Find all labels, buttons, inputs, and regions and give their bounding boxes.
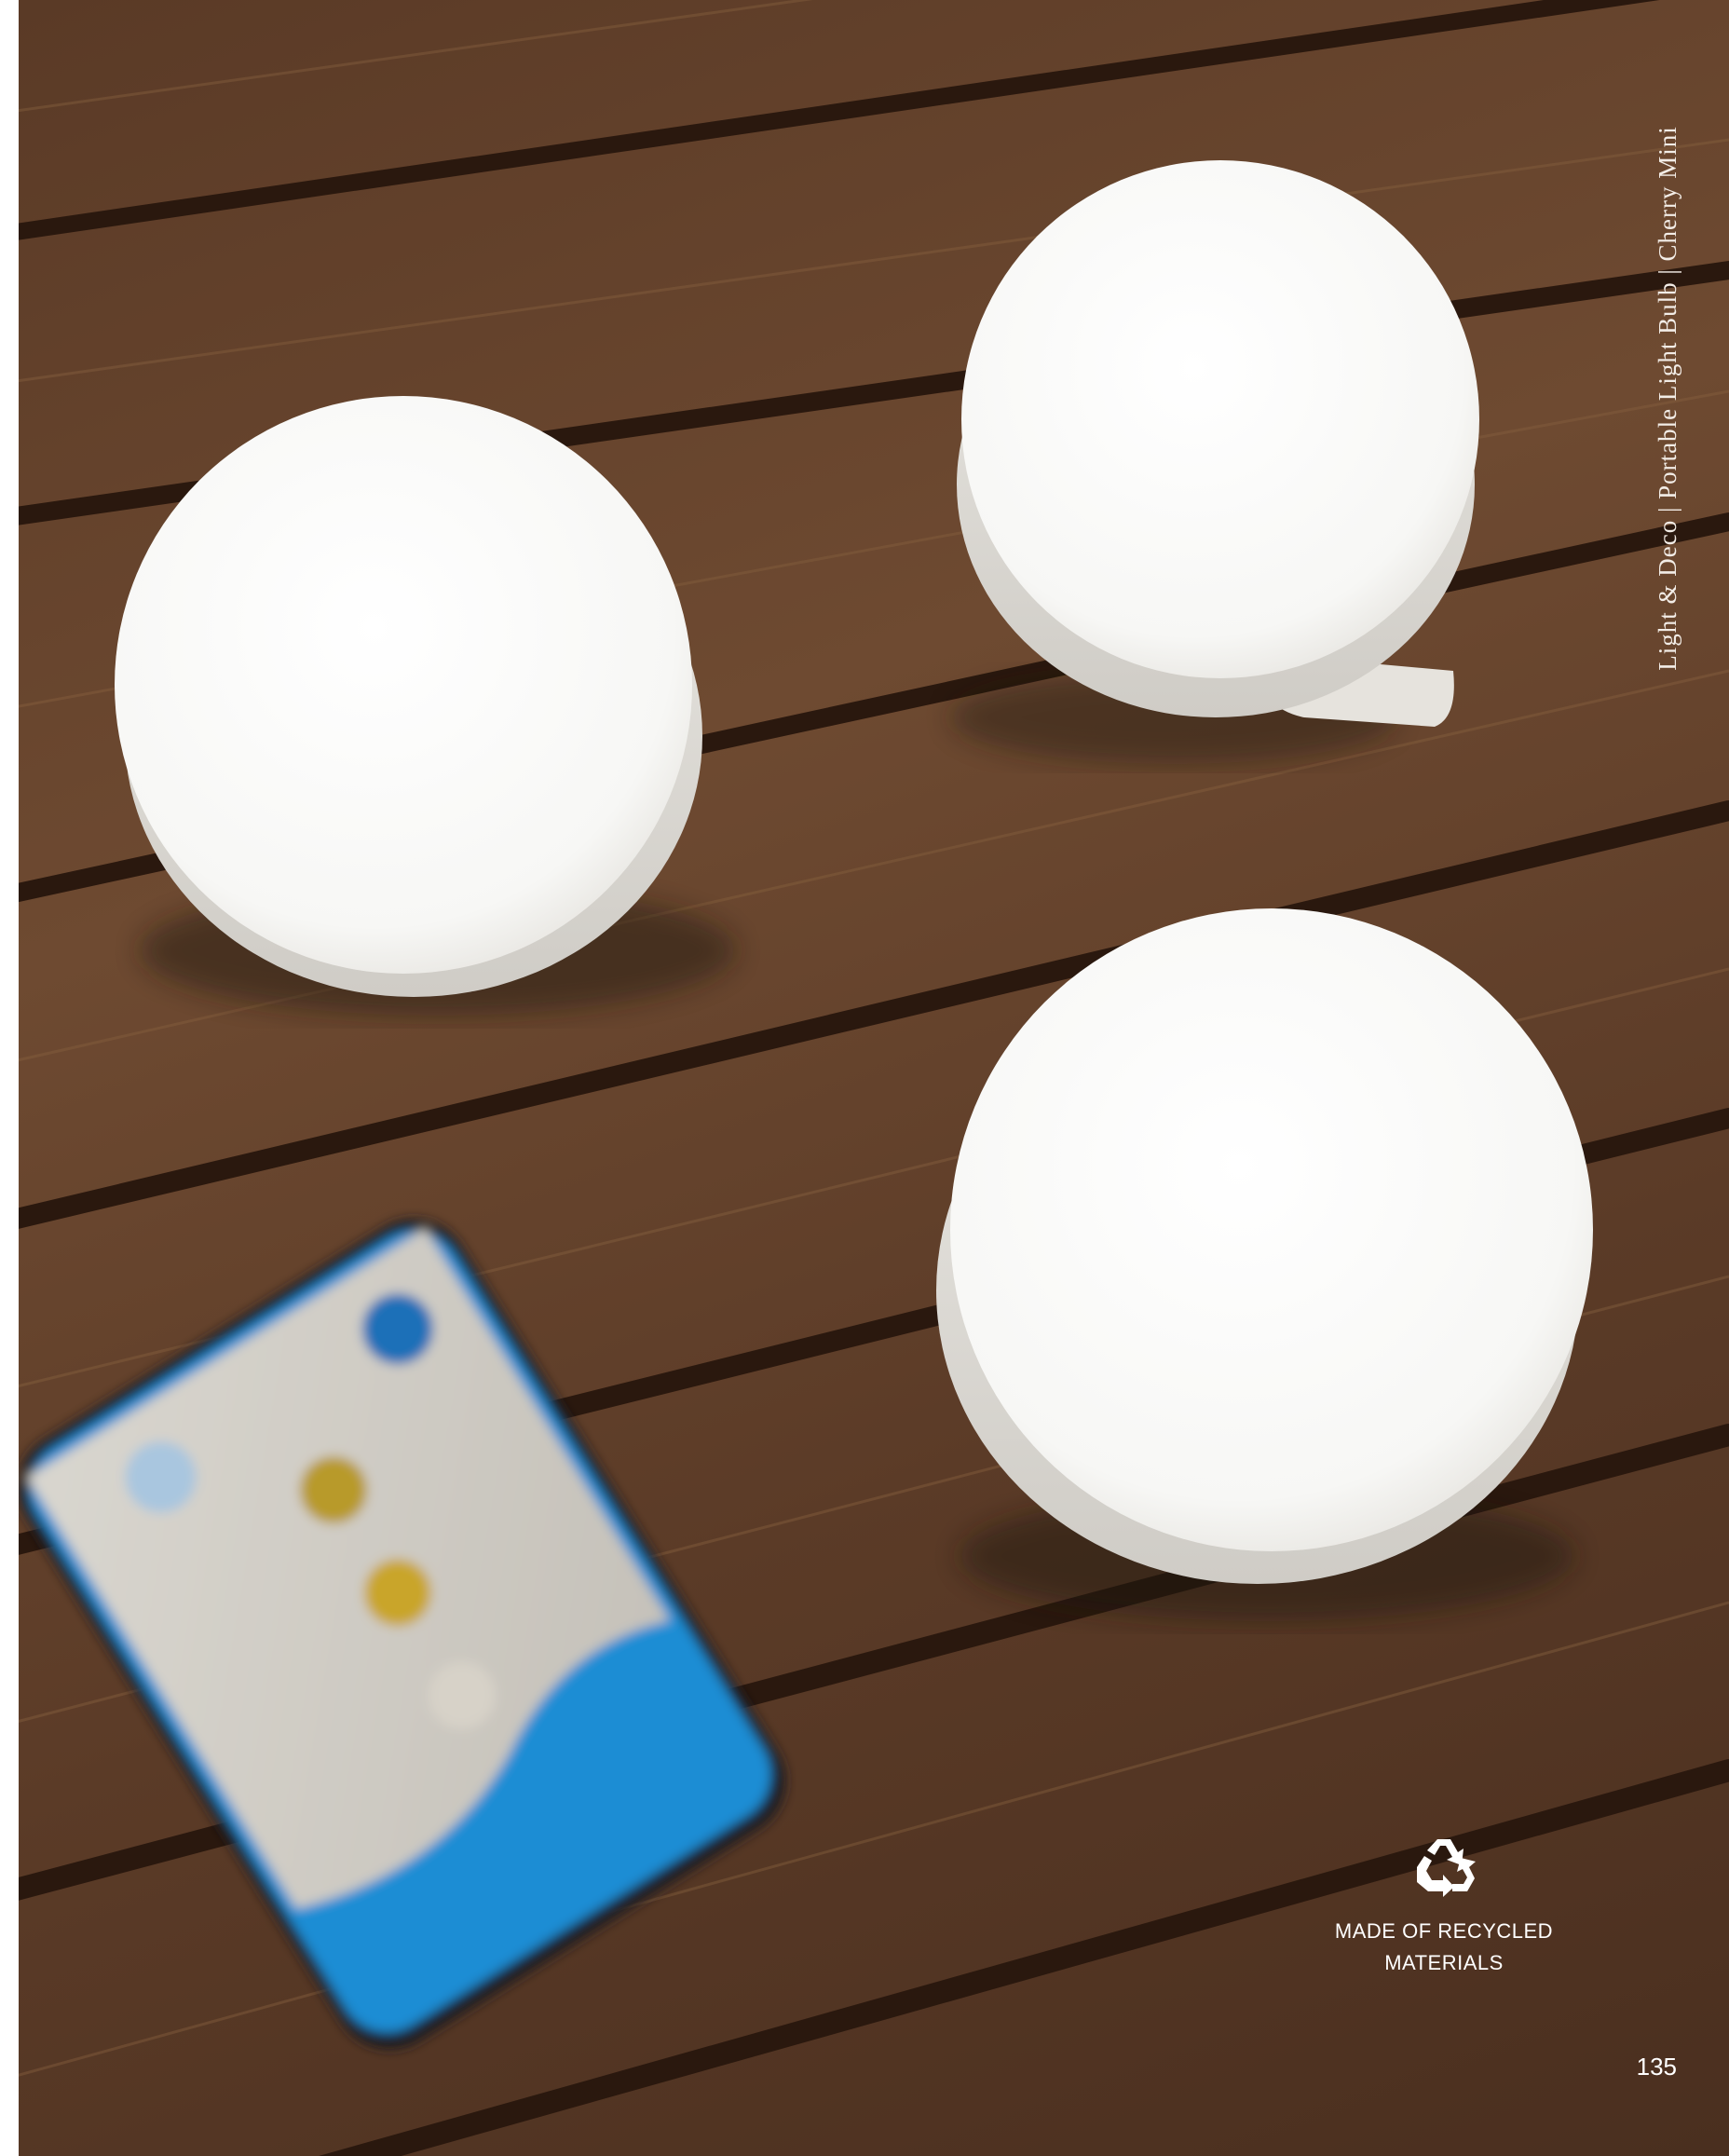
remote-control — [19, 1219, 786, 2050]
lamp-left — [115, 396, 736, 1016]
recycled-materials-badge: MADE OF RECYCLED MATERIALS — [1286, 1835, 1602, 1979]
recycled-materials-label: MADE OF RECYCLED MATERIALS — [1334, 1919, 1554, 1974]
product-photo — [19, 0, 1729, 2156]
running-header: Light & Deco | Portable Light Bulb | Che… — [1641, 107, 1694, 689]
page-number: 135 — [1636, 2053, 1677, 2081]
lamp-bottom-right — [936, 908, 1593, 1621]
running-header-text: Light & Deco | Portable Light Bulb | Che… — [1653, 126, 1681, 671]
recycle-icon — [1417, 1839, 1476, 1897]
wooden-table-scene — [19, 0, 1729, 2156]
